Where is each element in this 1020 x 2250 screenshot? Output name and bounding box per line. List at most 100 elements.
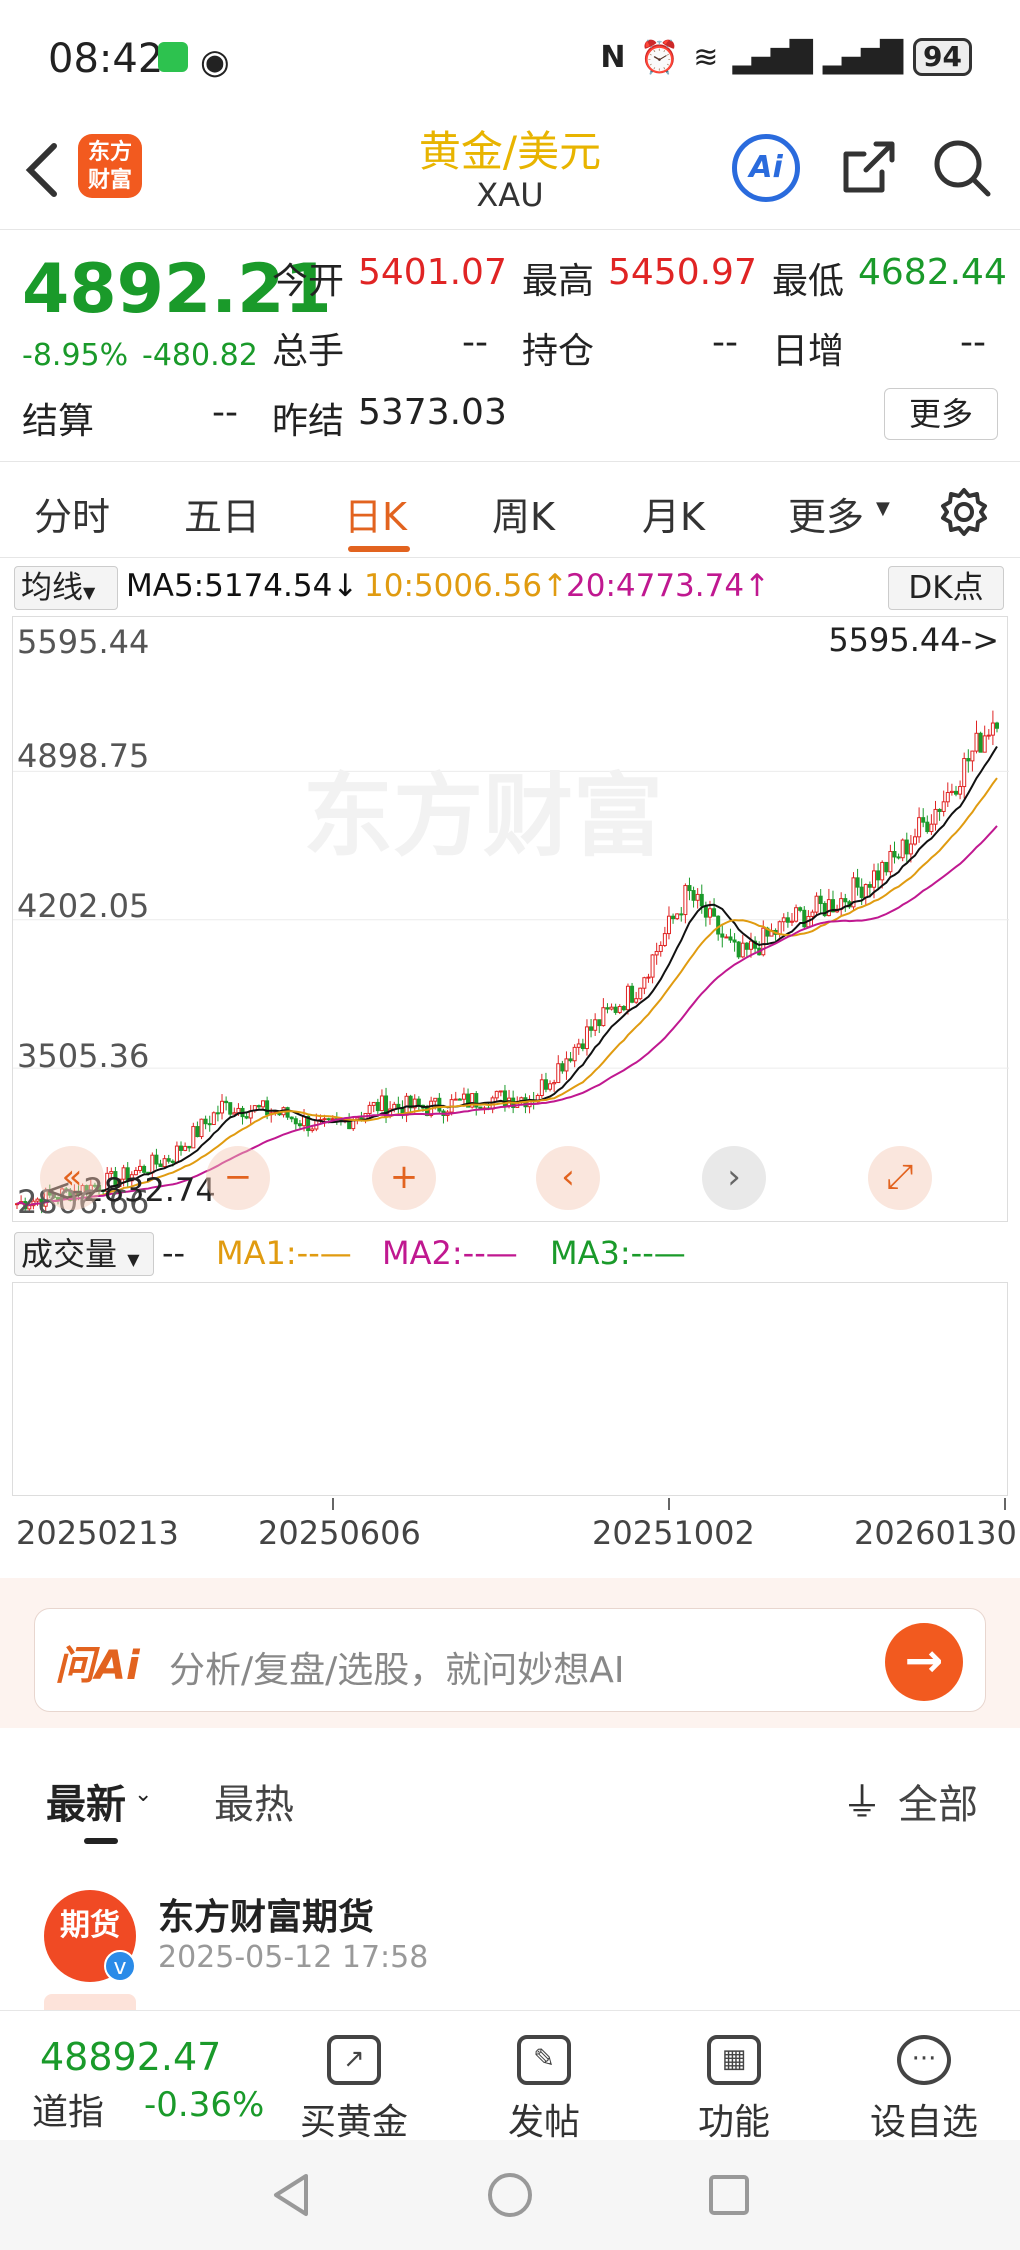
author-name[interactable]: 东方财富期货 — [158, 1888, 374, 1940]
nav-recents-icon[interactable] — [704, 2170, 754, 2220]
tab-daily-k[interactable]: 日K — [344, 486, 407, 541]
filter-all[interactable]: 全部 — [898, 1772, 978, 1830]
scroll-left-button[interactable]: ‹ — [536, 1146, 600, 1210]
tab-more[interactable]: 更多 — [788, 486, 864, 541]
ma-select[interactable]: 均线▼ — [14, 566, 118, 610]
candle-body — [802, 909, 807, 928]
search-icon[interactable] — [930, 136, 994, 200]
header: 东方财富 黄金/美元 XAU Ai — [0, 110, 1020, 230]
candle-body — [789, 920, 794, 923]
candle-body — [683, 885, 688, 916]
ai-assistant-button[interactable]: Ai — [732, 134, 800, 202]
candle-body — [912, 836, 917, 845]
candle-body — [945, 792, 950, 803]
status-bar: 08:42 ◉ N ⏰ ≋ ▂▄▆█ ▂▄▆█ 94 — [0, 0, 1020, 110]
candle-body — [716, 915, 721, 935]
scroll-right-button[interactable]: › — [702, 1146, 766, 1210]
tab-five-day[interactable]: 五日 — [184, 486, 260, 541]
candle-body — [207, 1123, 212, 1126]
candle-body — [724, 936, 729, 939]
volume-chart[interactable] — [12, 1282, 1008, 1496]
dk-point-button[interactable]: DK点 — [888, 566, 1004, 610]
dropdown-icon: ▼ — [83, 583, 96, 602]
candle-body — [326, 1118, 331, 1121]
candle-body — [203, 1118, 208, 1125]
y-axis-label-3: 4202.05 — [17, 887, 150, 925]
candle-body — [630, 985, 635, 1003]
candle-body — [675, 913, 680, 920]
candle-body — [638, 987, 643, 1000]
buy-gold-button[interactable]: ↗ 买黄金 — [284, 2021, 424, 2145]
add-watchlist-button[interactable]: ··· 设自选 — [854, 2021, 994, 2145]
candle-body — [138, 1165, 143, 1171]
candle-body — [937, 808, 942, 812]
settings-gear-icon[interactable] — [938, 486, 990, 538]
candle-body — [859, 886, 864, 898]
ai-send-button[interactable]: → — [885, 1623, 963, 1701]
buy-gold-label: 买黄金 — [299, 2102, 408, 2143]
volume-value: -- — [162, 1234, 186, 1272]
bottom-toolbar: 48892.47 道指 -0.36% ↗ 买黄金 ✎ 发帖 ▦ 功能 ··· 设… — [0, 2010, 1020, 2143]
volume-legend: 成交量 ▼ -- MA1:--— MA2:--— MA3:--— — [0, 1226, 1020, 1278]
share-icon[interactable] — [836, 136, 900, 200]
fullscreen-button[interactable]: ⤢ — [868, 1146, 932, 1210]
candle-body — [662, 933, 667, 946]
candle-body — [962, 758, 967, 788]
candle-body — [634, 998, 639, 1003]
ai-brand-label: 问Ai — [55, 1643, 140, 1689]
candle-body — [162, 1158, 167, 1168]
candle-body — [953, 790, 958, 795]
change-percent: -8.95% — [22, 338, 129, 373]
candle-body — [416, 1098, 421, 1106]
candle-body — [625, 985, 630, 1011]
watchlist-label: 设自选 — [869, 2102, 978, 2143]
grid-icon: ▦ — [707, 2035, 761, 2085]
candle-body — [166, 1158, 171, 1162]
candle-body — [183, 1145, 188, 1151]
dropdown-icon: ▼ — [876, 498, 890, 519]
candle-body — [293, 1118, 298, 1125]
ai-search-input[interactable]: 问Ai 分析/复盘/选股，就问妙想AI → — [34, 1608, 986, 1712]
nav-home-icon[interactable] — [485, 2170, 535, 2220]
candle-body — [785, 917, 790, 923]
active-tab-indicator — [348, 546, 410, 552]
index-quote[interactable]: 48892.47 道指 -0.36% — [0, 2011, 264, 2141]
candle-body — [966, 758, 971, 762]
candle-body — [187, 1145, 192, 1149]
post-button[interactable]: ✎ 发帖 — [474, 2021, 614, 2145]
function-button[interactable]: ▦ 功能 — [664, 2021, 804, 2145]
scroll-start-button[interactable]: « — [40, 1146, 104, 1210]
news-tab-indicator — [84, 1838, 118, 1844]
candle-body — [584, 1026, 589, 1050]
candle-body — [990, 722, 995, 736]
candle-body — [379, 1095, 384, 1112]
open-label: 今开 — [272, 261, 345, 302]
high-label: 最高 — [522, 261, 595, 302]
date-label-3: 20251002 — [592, 1514, 755, 1552]
candle-body — [244, 1116, 249, 1119]
candle-body — [170, 1160, 175, 1163]
nav-back-icon[interactable] — [266, 2170, 316, 2220]
ma-select-label: 均线 — [21, 570, 83, 606]
more-quote-button[interactable]: 更多 — [884, 388, 998, 440]
candle-body — [941, 801, 946, 812]
zoom-out-button[interactable]: − — [206, 1146, 270, 1210]
tab-monthly-k[interactable]: 月K — [642, 486, 705, 541]
volume-select[interactable]: 成交量 ▼ — [14, 1232, 154, 1276]
candle-body — [396, 1103, 401, 1109]
ai-search-area: 问Ai 分析/复盘/选股，就问妙想AI → — [0, 1578, 1020, 1728]
index-value: 48892.47 — [40, 2035, 222, 2079]
candlestick-chart[interactable]: 东方财富 5595.44 5595.44-> 4898.75 4202.05 3… — [12, 616, 1009, 1222]
candle-body — [199, 1118, 204, 1138]
tab-intraday[interactable]: 分时 — [34, 486, 110, 541]
filter-icon[interactable]: ⏚ — [842, 1770, 882, 1828]
ma10-value: 10:5006.56↑ — [364, 568, 569, 604]
tab-latest[interactable]: 最新 — [46, 1772, 126, 1830]
zoom-in-button[interactable]: + — [372, 1146, 436, 1210]
tab-weekly-k[interactable]: 周K — [492, 486, 555, 541]
max-marker: 5595.44-> — [828, 621, 999, 659]
tab-hot[interactable]: 最热 — [214, 1772, 294, 1830]
candle-body — [736, 941, 741, 958]
candle-body — [359, 1117, 364, 1120]
change-amount: -480.82 — [142, 338, 258, 373]
